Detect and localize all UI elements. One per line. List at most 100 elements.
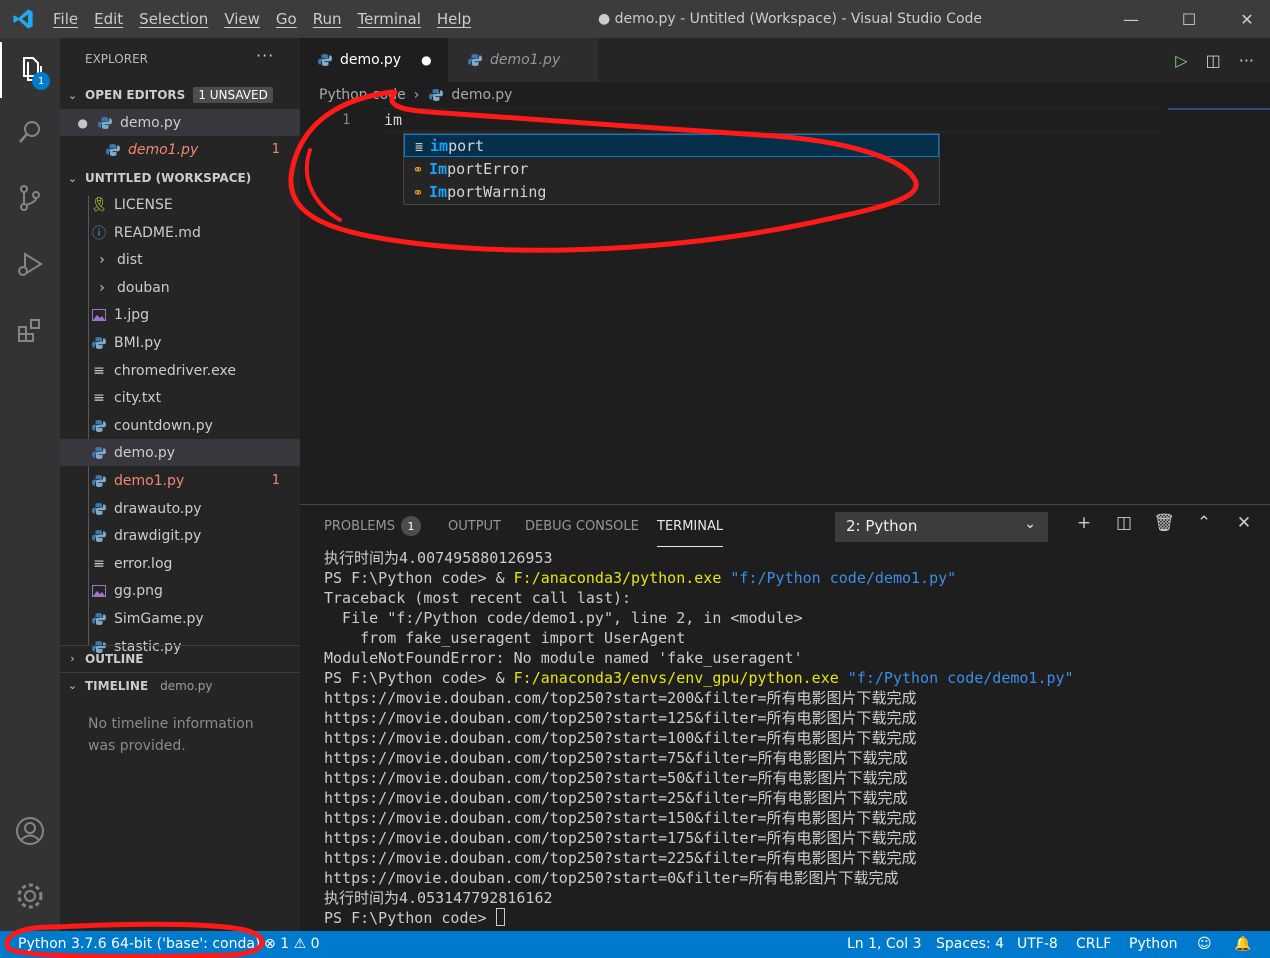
tab-terminal[interactable]: TERMINAL — [657, 519, 724, 547]
extensions-button[interactable] — [0, 302, 60, 358]
run-debug-button[interactable] — [0, 236, 60, 292]
python-icon — [90, 500, 108, 518]
file-tree-item[interactable]: BMI.py — [60, 329, 300, 356]
terminal-exe: F:/anaconda3/envs/env_gpu/python.exe — [513, 669, 839, 687]
file-name: 1.jpg — [114, 306, 150, 323]
run-file-icon[interactable]: ▷ — [1175, 51, 1187, 70]
file-tree-item[interactable]: ≡ chromedriver.exe — [60, 357, 300, 384]
problems-status[interactable]: ⊗ 1 ⚠ 0 — [264, 936, 320, 952]
python-icon — [90, 417, 108, 435]
chevron-down-icon: ⌄ — [67, 171, 78, 185]
new-terminal-icon[interactable]: + — [1064, 513, 1104, 533]
tab-output[interactable]: OUTPUT — [448, 519, 501, 534]
chevron-up-icon[interactable]: ⌃ — [1184, 513, 1224, 533]
workspace-section[interactable]: ⌄ UNTITLED (WORKSPACE) — [60, 165, 300, 191]
more-actions-icon[interactable]: ··· — [1239, 51, 1254, 70]
explorer-button[interactable]: 1 — [0, 42, 60, 98]
indentation[interactable]: Spaces: 4 — [936, 936, 1004, 952]
trash-icon[interactable]: 🗑 — [1144, 513, 1184, 533]
error-count: 1 — [271, 142, 280, 157]
file-tree-item[interactable]: ≡ city.txt — [60, 384, 300, 411]
terminal-line: https://movie.douban.com/top250?start=22… — [324, 849, 917, 867]
tab-demo-py[interactable]: demo.py ● — [300, 38, 448, 82]
bottom-panel: PROBLEMS 1 OUTPUT DEBUG CONSOLE TERMINAL… — [300, 504, 1270, 931]
open-editors-section[interactable]: ⌄ OPEN EDITORS 1 UNSAVED — [60, 82, 300, 108]
warning-icon: ⚠ — [293, 936, 307, 952]
terminal-prefix: PS F:\Python code> & — [324, 669, 514, 687]
file-tree-item[interactable]: SimGame.py — [60, 605, 300, 632]
terminal-line: https://movie.douban.com/top250?start=50… — [324, 769, 908, 787]
search-button[interactable] — [0, 104, 60, 160]
python-interpreter[interactable]: Python 3.7.6 64-bit ('base': conda) — [18, 936, 260, 952]
terminal-cursor[interactable] — [495, 908, 505, 926]
suggestion-item[interactable]: ⚭ Im portError — [404, 157, 939, 180]
dirty-dot-icon[interactable]: ● — [60, 116, 88, 130]
line-ending[interactable]: CRLF — [1076, 936, 1111, 952]
maximize-button[interactable]: ☐ — [1166, 0, 1212, 38]
language-mode[interactable]: Python — [1129, 936, 1178, 952]
terminal-line: https://movie.douban.com/top250?start=25… — [324, 789, 908, 807]
terminal-line: https://movie.douban.com/top250?start=17… — [324, 829, 917, 847]
chevron-down-icon: ⌄ — [1024, 516, 1036, 532]
close-panel-icon[interactable]: ✕ — [1224, 513, 1264, 533]
image-icon — [90, 582, 108, 600]
file-tree-item[interactable]: demo.py — [60, 439, 300, 466]
terminal-line: ModuleNotFoundError: No module named 'fa… — [324, 649, 803, 667]
terminal-line: https://movie.douban.com/top250?start=15… — [324, 809, 917, 827]
code-text[interactable]: im — [384, 111, 402, 129]
suggestion-item[interactable]: ⚭ Im portWarning — [404, 180, 939, 203]
file-tree-item[interactable]: countdown.py — [60, 412, 300, 439]
file-tree-item[interactable]: ⓘ README.md — [60, 219, 300, 246]
class-icon: ⚭ — [412, 162, 424, 178]
timeline-section[interactable]: ⌄ TIMELINE demo.py — [60, 672, 300, 698]
class-icon: ⚭ — [412, 185, 424, 201]
encoding[interactable]: UTF-8 — [1017, 936, 1058, 952]
terminal-select[interactable]: 2: Python ⌄ — [835, 512, 1048, 542]
open-editor-item[interactable]: ● demo.py — [60, 109, 300, 136]
terminal-output[interactable]: 执行时间为4.007495880126953 PS F:\Python code>… — [324, 548, 1254, 928]
timeline-message: No timeline information was provided. — [88, 716, 254, 754]
account-button[interactable] — [0, 803, 60, 859]
file-tree-item[interactable]: drawdigit.py — [60, 522, 300, 549]
file-tree-item[interactable]: › douban — [60, 274, 300, 301]
minimize-button[interactable]: — — [1108, 0, 1154, 38]
file-lines-icon: ≡ — [93, 389, 105, 406]
file-tree-item[interactable]: › dist — [60, 246, 300, 273]
feedback-icon[interactable]: ☺ — [1197, 936, 1212, 952]
manage-button[interactable] — [0, 868, 60, 924]
breadcrumb-file[interactable]: demo.py — [451, 87, 512, 103]
outline-section[interactable]: › OUTLINE — [60, 645, 300, 671]
file-lines-icon: ≡ — [93, 362, 105, 379]
file-tree-item[interactable]: 🎗 LICENSE — [60, 191, 300, 218]
file-tree-item[interactable]: drawauto.py — [60, 495, 300, 522]
suggestion-item[interactable]: ≣ im port — [404, 134, 939, 157]
file-tree-item[interactable]: gg.png — [60, 577, 300, 604]
breadcrumb-folder[interactable]: Python code — [319, 87, 406, 103]
explorer-badge: 1 — [32, 72, 50, 90]
cursor-position[interactable]: Ln 1, Col 3 — [847, 936, 922, 952]
split-terminal-icon[interactable]: ◫ — [1104, 513, 1144, 533]
source-control-button[interactable] — [0, 170, 60, 226]
tab-debug-console[interactable]: DEBUG CONSOLE — [525, 519, 639, 534]
terminal-line: https://movie.douban.com/top250?start=10… — [324, 729, 917, 747]
tab-problems[interactable]: PROBLEMS — [324, 519, 395, 534]
split-editor-icon[interactable]: ◫ — [1206, 51, 1221, 70]
close-button[interactable]: ✕ — [1224, 0, 1270, 38]
tab-demo1-py[interactable]: demo1.py — [448, 38, 598, 82]
file-tree-item[interactable]: ≡ error.log — [60, 550, 300, 577]
file-name: chromedriver.exe — [114, 362, 237, 379]
file-name: drawdigit.py — [114, 527, 202, 544]
file-name: error.log — [114, 555, 173, 572]
error-icon: ⊗ — [264, 936, 276, 952]
explorer-sidebar: EXPLORER ··· ⌄ OPEN EDITORS 1 UNSAVED ● … — [60, 38, 300, 931]
file-tree-item[interactable]: demo1.py 1 — [60, 467, 300, 494]
python-icon — [90, 334, 108, 352]
more-actions-icon[interactable]: ··· — [256, 46, 274, 65]
dirty-dot-icon[interactable]: ● — [421, 53, 431, 67]
line-number: 1 — [342, 112, 351, 128]
file-tree-item[interactable]: 1.jpg — [60, 301, 300, 328]
bell-icon[interactable]: 🔔 — [1234, 936, 1251, 952]
terminal-line: https://movie.douban.com/top250?start=0&… — [324, 869, 899, 887]
python-icon — [316, 51, 334, 69]
open-editor-item[interactable]: demo1.py 1 — [60, 136, 300, 163]
